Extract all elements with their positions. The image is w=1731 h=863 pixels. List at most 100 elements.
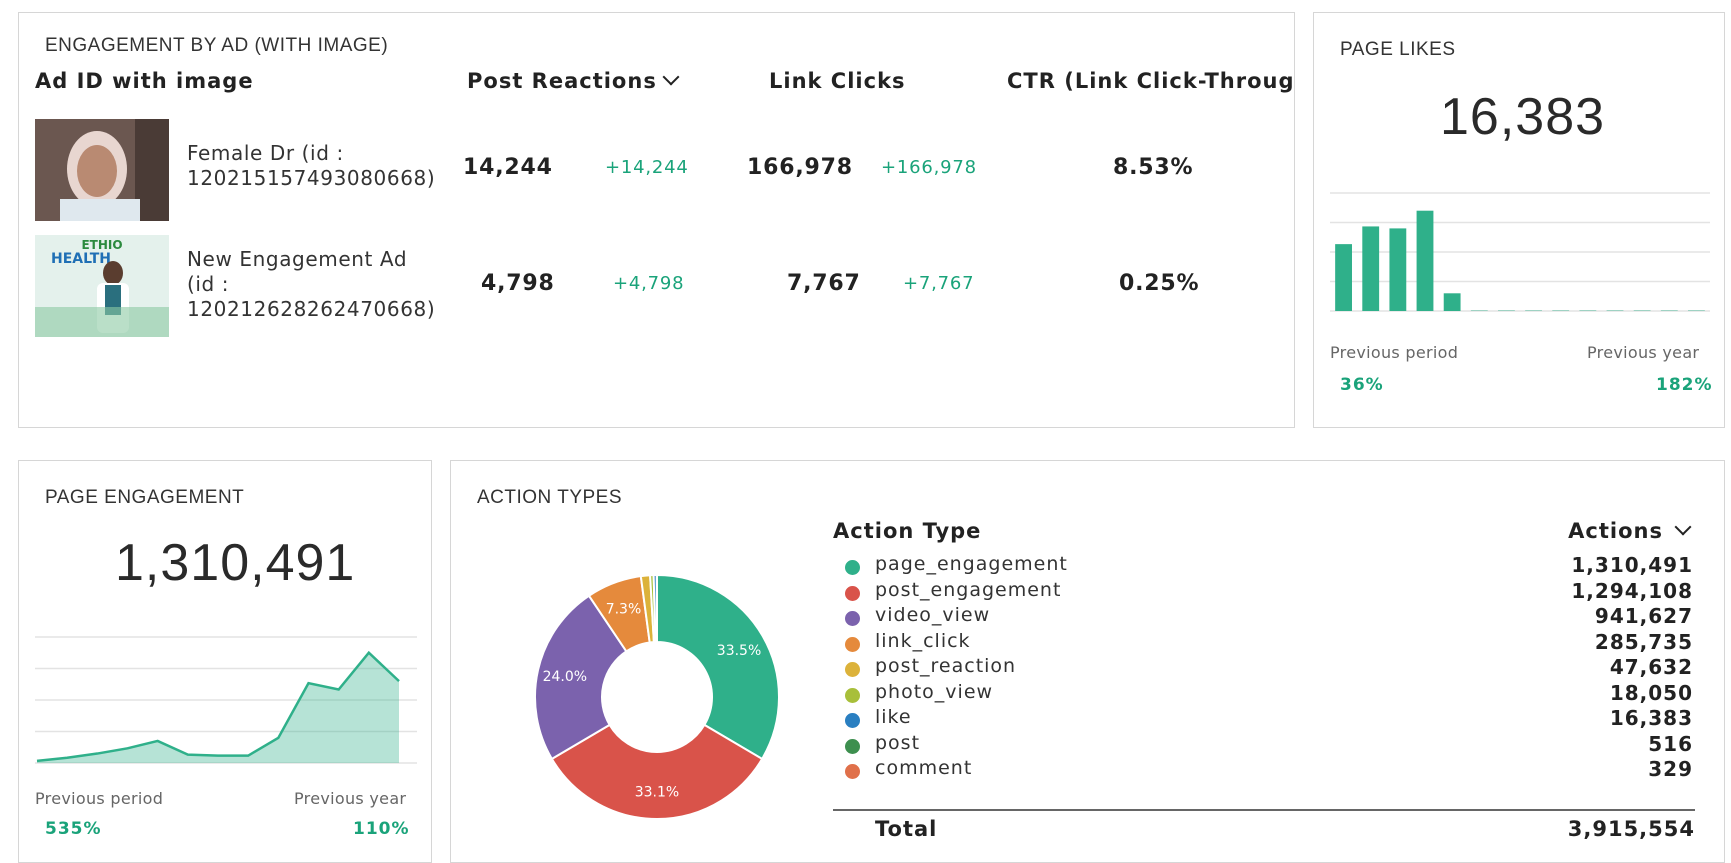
ad-id-line: 120212628262470668) bbox=[187, 297, 436, 321]
action-type-count: 516 bbox=[1648, 731, 1693, 756]
action-types-card: ACTION TYPES 33.5% 33.1% 24.0% 7.3% Action … bbox=[450, 460, 1725, 863]
bar bbox=[1389, 228, 1407, 311]
total-value: 3,915,554 bbox=[1567, 817, 1695, 841]
action-type-row-post[interactable]: post 516 bbox=[833, 732, 1693, 760]
area-fill bbox=[37, 652, 399, 763]
legend-dot-icon bbox=[845, 560, 860, 575]
engagement-by-ad-title: ENGAGEMENT BY AD (WITH IMAGE) bbox=[45, 35, 389, 56]
post-reactions-delta: +4,798 bbox=[613, 273, 685, 294]
ad-id-line: 120215157493080668) bbox=[187, 166, 436, 190]
post-reactions-value: 4,798 bbox=[481, 271, 555, 296]
action-type-name: photo_view bbox=[875, 680, 994, 703]
legend-dot-icon bbox=[845, 662, 860, 677]
total-divider bbox=[833, 809, 1695, 811]
thumbnail-text-health: HEALTH bbox=[51, 251, 111, 267]
page-likes-bar-chart bbox=[1330, 192, 1710, 312]
ctr-value: 8.53% bbox=[1113, 155, 1194, 180]
action-type-row-video_view[interactable]: video_view 941,627 bbox=[833, 604, 1693, 632]
donut-slice-label: 33.1% bbox=[635, 785, 679, 801]
donut-slice-label: 33.5% bbox=[717, 643, 761, 659]
action-type-row-like[interactable]: like 16,383 bbox=[833, 706, 1693, 734]
bar bbox=[1688, 310, 1705, 311]
action-type-name: post_engagement bbox=[875, 578, 1062, 601]
ad-row[interactable]: Female Dr (id : 120215157493080668) 14,2… bbox=[35, 119, 1275, 223]
bar bbox=[1498, 310, 1515, 311]
ad-thumbnail-image[interactable] bbox=[35, 119, 169, 221]
thumbnail-text-ethio: ETHIO bbox=[81, 238, 122, 252]
action-type-row-page_engagement[interactable]: page_engagement 1,310,491 bbox=[833, 553, 1693, 581]
action-type-count: 1,310,491 bbox=[1571, 553, 1693, 577]
bar bbox=[1335, 244, 1352, 311]
legend-dot-icon bbox=[845, 713, 860, 728]
action-type-count: 18,050 bbox=[1609, 680, 1693, 705]
action-type-name: page_engagement bbox=[875, 553, 1068, 575]
legend-dot-icon bbox=[845, 764, 860, 779]
ad-name: New Engagement Ad (id : 1202126282624706… bbox=[187, 247, 435, 322]
column-header-post-reactions[interactable]: Post Reactions bbox=[467, 68, 680, 93]
page-likes-card: PAGE LIKES 16,383 Previous period 36% Pr… bbox=[1313, 12, 1725, 428]
ad-name-line: New Engagement Ad bbox=[187, 247, 408, 271]
donut-slice-label: 24.0% bbox=[543, 669, 587, 685]
action-type-row-link_click[interactable]: link_click 285,735 bbox=[833, 630, 1693, 658]
legend-dot-icon bbox=[845, 611, 860, 626]
previous-year-label: Previous year bbox=[294, 789, 407, 808]
legend-dot-icon bbox=[845, 636, 860, 652]
column-header-action-type[interactable]: Action Type bbox=[833, 519, 981, 543]
total-label: Total bbox=[875, 817, 938, 841]
page-engagement-card: PAGE ENGAGEMENT 1,310,491 Previous perio… bbox=[18, 460, 432, 863]
link-clicks-value: 7,767 bbox=[787, 271, 861, 296]
action-type-row-post_engagement[interactable]: post_engagement 1,294,108 bbox=[833, 579, 1693, 607]
action-type-row-photo_view[interactable]: photo_view 18,050 bbox=[833, 681, 1693, 709]
previous-year-value: 110% bbox=[353, 819, 410, 839]
ad-thumbnail-image[interactable]: ETHIO HEALTH bbox=[35, 235, 169, 337]
bar bbox=[1660, 310, 1678, 311]
column-header-ad-id[interactable]: Ad ID with image bbox=[35, 69, 254, 93]
bar bbox=[1525, 310, 1542, 311]
action-types-table: Action Type Actions page_engagement 1,310… bbox=[833, 518, 1695, 859]
ad-name-line: Female Dr (id : bbox=[187, 141, 344, 165]
action-type-count: 1,294,108 bbox=[1571, 578, 1693, 603]
legend-dot-icon bbox=[845, 585, 860, 601]
previous-period-label: Previous period bbox=[1330, 343, 1459, 362]
post-reactions-value: 14,244 bbox=[463, 155, 553, 180]
action-type-count: 941,627 bbox=[1594, 604, 1693, 628]
bar bbox=[1362, 226, 1380, 311]
ctr-value: 0.25% bbox=[1119, 271, 1200, 296]
ad-thumbnail-poster: ETHIO HEALTH bbox=[35, 235, 169, 337]
action-type-row-post_reaction[interactable]: post_reaction 47,632 bbox=[833, 655, 1693, 683]
column-header-link-clicks[interactable]: Link Clicks bbox=[769, 69, 906, 93]
bar bbox=[1606, 310, 1624, 311]
link-clicks-delta: +7,767 bbox=[903, 273, 975, 294]
sort-chevron-down-icon bbox=[1674, 518, 1692, 536]
bar bbox=[1552, 310, 1570, 311]
bar bbox=[1470, 310, 1488, 311]
bar bbox=[1443, 293, 1461, 311]
bar bbox=[1579, 310, 1597, 311]
action-type-row-comment[interactable]: comment 329 bbox=[833, 757, 1693, 785]
link-clicks-delta: +166,978 bbox=[881, 157, 977, 178]
column-header-actions[interactable]: Actions bbox=[1568, 518, 1692, 543]
post-reactions-delta: +14,244 bbox=[605, 157, 689, 178]
sort-chevron-down-icon bbox=[662, 68, 680, 86]
column-header-ctr[interactable]: CTR (Link Click-Throug bbox=[1007, 69, 1295, 93]
page-likes-title: PAGE LIKES bbox=[1340, 39, 1456, 60]
previous-period-value: 36% bbox=[1340, 375, 1384, 395]
action-type-name: post bbox=[875, 731, 921, 754]
action-type-count: 47,632 bbox=[1609, 655, 1693, 679]
donut-slice-label: 7.3% bbox=[606, 602, 642, 618]
page-engagement-title: PAGE ENGAGEMENT bbox=[45, 487, 245, 508]
action-type-count: 285,735 bbox=[1594, 629, 1693, 654]
legend-dot-icon bbox=[845, 738, 860, 754]
action-type-name: comment bbox=[875, 757, 973, 779]
action-types-donut-chart: 33.5% 33.1% 24.0% 7.3% bbox=[534, 573, 780, 820]
previous-year-value: 182% bbox=[1656, 375, 1713, 395]
ad-id-prefix-line: (id : bbox=[187, 272, 230, 296]
previous-period-label: Previous period bbox=[35, 789, 164, 808]
previous-period-value: 535% bbox=[45, 819, 102, 839]
donut-slice-page_engagement[interactable] bbox=[656, 573, 780, 761]
action-types-title: ACTION TYPES bbox=[477, 487, 623, 508]
ad-row[interactable]: ETHIO HEALTH New Engagement Ad (id : 120… bbox=[35, 235, 1275, 339]
action-type-name: video_view bbox=[875, 604, 991, 626]
column-header-post-reactions-label: Post Reactions bbox=[467, 69, 657, 93]
action-type-rows: page_engagement 1,310,491 post_engagement 1… bbox=[833, 553, 1695, 803]
